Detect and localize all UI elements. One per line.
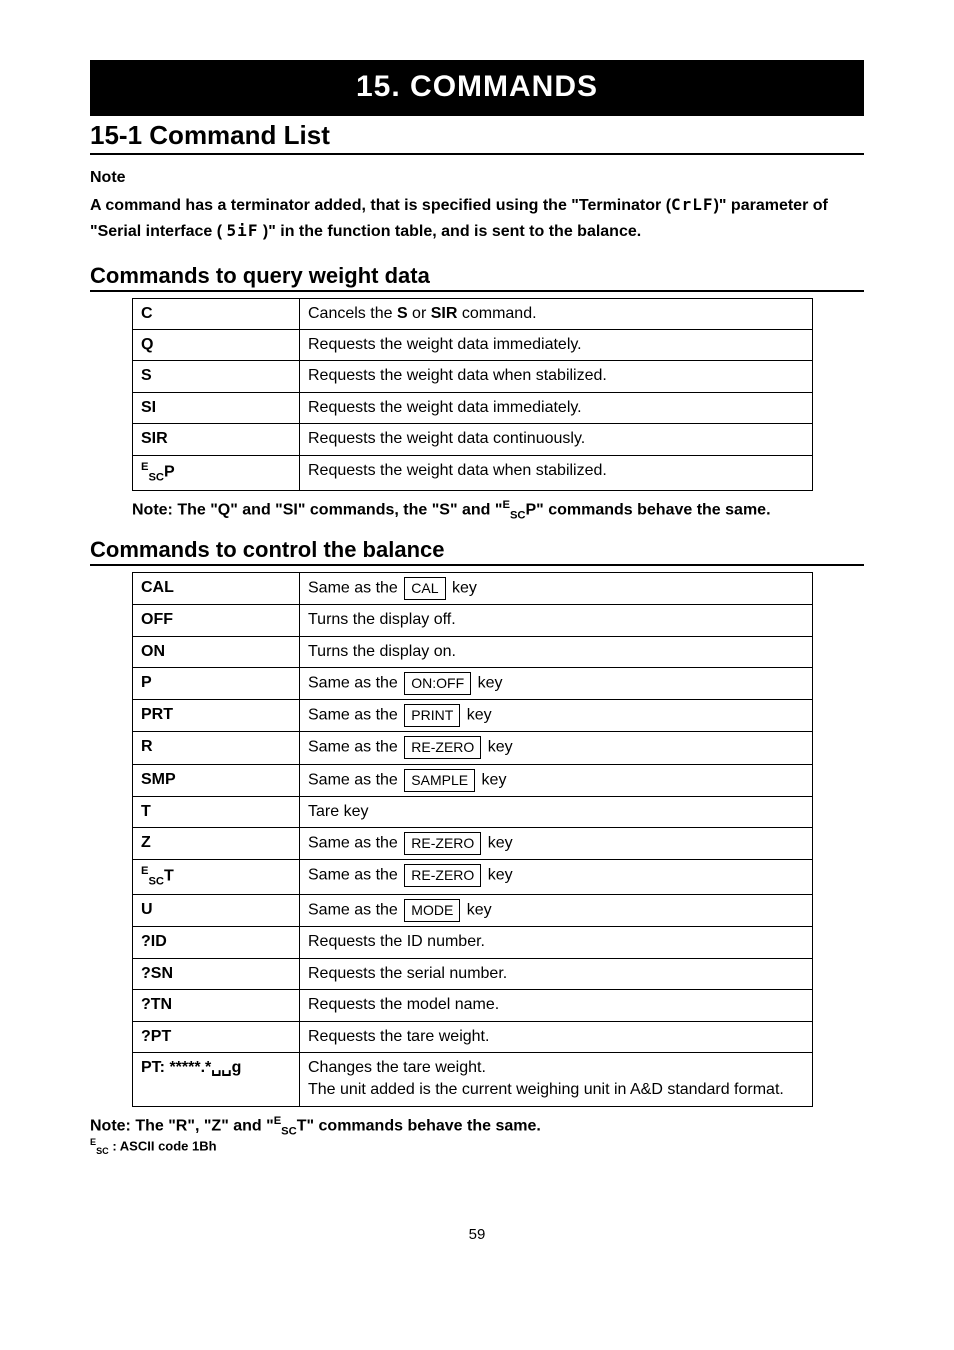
command-cell: T: [133, 796, 300, 827]
table-row: PRTSame as the PRINT key: [133, 700, 813, 732]
command-cell: ESCP: [133, 455, 300, 490]
description-cell: Same as the MODE key: [300, 895, 813, 927]
table-row: SMPSame as the SAMPLE key: [133, 764, 813, 796]
query-commands-table: CCancels the S or SIR command.QRequests …: [132, 298, 813, 491]
description-cell: Turns the display on.: [300, 636, 813, 667]
command-cell: PT: *****.*␣␣g: [133, 1053, 300, 1107]
table-row: RSame as the RE-ZERO key: [133, 732, 813, 764]
table-row: SRequests the weight data when stabilize…: [133, 361, 813, 392]
description-cell: Same as the PRINT key: [300, 700, 813, 732]
command-cell: SMP: [133, 764, 300, 796]
table-row: ?IDRequests the ID number.: [133, 927, 813, 958]
description-cell: Requests the weight data when stabilized…: [300, 361, 813, 392]
control-commands-table: CALSame as the CAL keyOFFTurns the displ…: [132, 572, 813, 1107]
table-row: CCancels the S or SIR command.: [133, 298, 813, 329]
command-cell: S: [133, 361, 300, 392]
query-table-body: CCancels the S or SIR command.QRequests …: [133, 298, 813, 490]
command-cell: R: [133, 732, 300, 764]
description-cell: Requests the weight data immediately.: [300, 392, 813, 423]
command-cell: CAL: [133, 573, 300, 605]
description-cell: Requests the model name.: [300, 990, 813, 1021]
command-cell: PRT: [133, 700, 300, 732]
description-cell: Requests the tare weight.: [300, 1021, 813, 1052]
table-row: USame as the MODE key: [133, 895, 813, 927]
description-cell: Tare key: [300, 796, 813, 827]
description-cell: Same as the ON:OFF key: [300, 668, 813, 700]
description-cell: Same as the RE-ZERO key: [300, 732, 813, 764]
table-row: ESCTSame as the RE-ZERO key: [133, 860, 813, 895]
table-row: ESCPRequests the weight data when stabil…: [133, 455, 813, 490]
note-text-c: )" in the function table, and is sent to…: [263, 223, 641, 240]
command-cell: P: [133, 668, 300, 700]
description-cell: Cancels the S or SIR command.: [300, 298, 813, 329]
description-cell: Requests the weight data immediately.: [300, 329, 813, 360]
note-heading: Note: [90, 169, 864, 187]
query-note: Note: The "Q" and "SI" commands, the "S"…: [132, 499, 864, 522]
table-row: PT: *****.*␣␣gChanges the tare weight.Th…: [133, 1053, 813, 1107]
table-row: QRequests the weight data immediately.: [133, 329, 813, 360]
command-cell: SIR: [133, 424, 300, 455]
table-row: PSame as the ON:OFF key: [133, 668, 813, 700]
terminator-code: CrLF: [671, 195, 714, 214]
section-name: Command List: [149, 120, 330, 150]
command-cell: U: [133, 895, 300, 927]
description-cell: Requests the ID number.: [300, 927, 813, 958]
control-note: Note: The "R", "Z" and "ESCT" commands b…: [90, 1115, 864, 1156]
page-number: 59: [90, 1226, 864, 1243]
command-cell: SI: [133, 392, 300, 423]
description-cell: Requests the weight data when stabilized…: [300, 455, 813, 490]
control-table-body: CALSame as the CAL keyOFFTurns the displ…: [133, 573, 813, 1107]
command-cell: ON: [133, 636, 300, 667]
table-row: ZSame as the RE-ZERO key: [133, 828, 813, 860]
command-cell: OFF: [133, 605, 300, 636]
control-note-line2: ESC : ASCII code 1Bh: [90, 1137, 864, 1156]
table-row: CALSame as the CAL key: [133, 573, 813, 605]
note-text-a: A command has a terminator added, that i…: [90, 197, 671, 214]
table-row: ONTurns the display on.: [133, 636, 813, 667]
description-cell: Same as the RE-ZERO key: [300, 860, 813, 895]
control-note-line1: Note: The "R", "Z" and "ESCT" commands b…: [90, 1115, 864, 1138]
query-section-title: Commands to query weight data: [90, 263, 864, 292]
command-cell: Q: [133, 329, 300, 360]
table-row: SIRequests the weight data immediately.: [133, 392, 813, 423]
description-cell: Requests the weight data continuously.: [300, 424, 813, 455]
command-cell: ?ID: [133, 927, 300, 958]
note-paragraph: A command has a terminator added, that i…: [90, 193, 864, 245]
control-section-title: Commands to control the balance: [90, 537, 864, 566]
description-cell: Same as the SAMPLE key: [300, 764, 813, 796]
description-cell: Turns the display off.: [300, 605, 813, 636]
table-row: OFFTurns the display off.: [133, 605, 813, 636]
table-row: ?PTRequests the tare weight.: [133, 1021, 813, 1052]
table-row: ?TNRequests the model name.: [133, 990, 813, 1021]
chapter-number: 15.: [356, 70, 401, 103]
sif-code: 5iF: [227, 221, 259, 240]
description-cell: Same as the CAL key: [300, 573, 813, 605]
command-cell: C: [133, 298, 300, 329]
command-cell: Z: [133, 828, 300, 860]
table-row: TTare key: [133, 796, 813, 827]
command-cell: ?SN: [133, 958, 300, 989]
command-cell: ESCT: [133, 860, 300, 895]
description-cell: Same as the RE-ZERO key: [300, 828, 813, 860]
description-cell: Requests the serial number.: [300, 958, 813, 989]
table-row: SIRRequests the weight data continuously…: [133, 424, 813, 455]
table-row: ?SNRequests the serial number.: [133, 958, 813, 989]
section-title: 15-1 Command List: [90, 120, 864, 155]
command-cell: ?PT: [133, 1021, 300, 1052]
command-cell: ?TN: [133, 990, 300, 1021]
chapter-title: COMMANDS: [410, 70, 598, 103]
description-cell: Changes the tare weight.The unit added i…: [300, 1053, 813, 1107]
chapter-banner: 15. COMMANDS: [90, 60, 864, 116]
section-number: 15-1: [90, 120, 142, 150]
